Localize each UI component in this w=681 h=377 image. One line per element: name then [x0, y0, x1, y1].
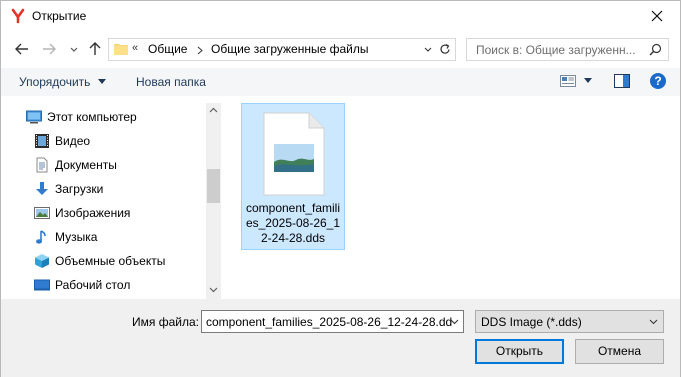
- search-box[interactable]: Поиск в: Общие загруженн...: [466, 38, 669, 61]
- sidebar-item-label: Музыка: [55, 230, 98, 244]
- open-file-dialog: Открытие « Общие Общие загруженные файлы…: [0, 0, 681, 377]
- music-icon: [36, 230, 46, 244]
- filetype-value: DDS Image (*.dds): [481, 315, 582, 329]
- video-icon: [35, 134, 49, 148]
- sidebar-item-documents[interactable]: Документы: [1, 153, 206, 177]
- cancel-button[interactable]: Отмена: [575, 339, 664, 364]
- sidebar-item-videos[interactable]: Видео: [1, 129, 206, 153]
- navigation-pane: Этот компьютер Видео Документы Загрузки: [1, 103, 206, 299]
- filename-input[interactable]: component_families_2025-08-26_12-24-28.d…: [201, 310, 464, 333]
- organize-dropdown-icon: [97, 79, 106, 84]
- breadcrumb-item[interactable]: Общие загруженные файлы: [211, 42, 368, 56]
- documents-icon: [36, 157, 48, 173]
- scroll-down-arrow-icon[interactable]: [209, 287, 218, 293]
- open-button[interactable]: Открыть: [475, 339, 564, 364]
- breadcrumb-chevron-icon[interactable]: [197, 46, 203, 55]
- chevron-down-icon: [649, 319, 658, 325]
- sidebar-item-label: Объемные объекты: [55, 254, 166, 268]
- refresh-icon[interactable]: [437, 41, 453, 58]
- sidebar-item-label: Видео: [55, 134, 91, 148]
- folder-icon: [114, 44, 128, 55]
- file-name: component_families_2025-08-26_12-24-28.d…: [245, 201, 341, 245]
- file-item-selected[interactable]: component_families_2025-08-26_12-24-28.d…: [241, 103, 345, 250]
- new-folder-button[interactable]: Новая папка: [136, 75, 206, 89]
- sidebar-item-pictures[interactable]: Изображения: [1, 201, 206, 225]
- search-icon[interactable]: [649, 43, 662, 56]
- sidebar-item-downloads[interactable]: Загрузки: [1, 177, 206, 201]
- up-arrow-icon[interactable]: [86, 40, 104, 58]
- forward-arrow-icon[interactable]: [40, 40, 58, 58]
- navigation-bar: « Общие Общие загруженные файлы Поиск в:…: [1, 35, 680, 63]
- close-icon: [651, 10, 663, 22]
- sidebar-item-label: Документы: [55, 158, 117, 172]
- address-dropdown-icon[interactable]: [421, 41, 435, 58]
- preview-pane-icon[interactable]: [614, 74, 630, 88]
- window-title: Открытие: [32, 9, 87, 23]
- image-file-icon: [263, 112, 325, 196]
- filetype-select[interactable]: DDS Image (*.dds): [475, 310, 664, 333]
- filename-value: component_families_2025-08-26_12-24-28.d…: [206, 315, 453, 329]
- sidebar-item-this-pc[interactable]: Этот компьютер: [1, 105, 206, 129]
- file-list: component_families_2025-08-26_12-24-28.d…: [222, 103, 680, 299]
- breadcrumb-item[interactable]: Общие: [148, 42, 187, 56]
- sidebar-item-3d-objects[interactable]: Объемные объекты: [1, 249, 206, 273]
- help-icon[interactable]: ?: [650, 73, 666, 89]
- breadcrumb-overflow[interactable]: «: [132, 42, 138, 54]
- sidebar-scrollbar[interactable]: [206, 103, 221, 299]
- filename-label: Имя файла:: [132, 315, 199, 329]
- computer-icon: [26, 110, 42, 124]
- sidebar-item-label: Изображения: [55, 206, 131, 220]
- desktop-icon: [34, 279, 50, 291]
- command-bar: Упорядочить Новая папка ?: [1, 68, 680, 96]
- recent-locations-chevron-icon[interactable]: [65, 40, 83, 58]
- close-button[interactable]: [634, 1, 680, 32]
- filename-dropdown-icon[interactable]: [450, 319, 459, 325]
- sidebar-item-label: Этот компьютер: [47, 110, 137, 124]
- 3d-objects-icon: [35, 254, 49, 268]
- downloads-icon: [36, 182, 48, 195]
- organize-label: Упорядочить: [19, 75, 91, 89]
- scroll-up-arrow-icon[interactable]: [209, 107, 218, 113]
- view-dropdown-icon[interactable]: [584, 78, 592, 84]
- change-view-icon[interactable]: [560, 74, 576, 88]
- scrollbar-thumb[interactable]: [207, 169, 220, 203]
- sidebar-item-music[interactable]: Музыка: [1, 225, 206, 249]
- dialog-footer: Имя файла: component_families_2025-08-26…: [1, 299, 680, 377]
- pictures-icon: [34, 207, 50, 219]
- title-bar: Открытие: [1, 1, 680, 32]
- organize-button[interactable]: Упорядочить: [19, 75, 106, 89]
- address-bar[interactable]: « Общие Общие загруженные файлы: [108, 38, 456, 61]
- yandex-browser-icon: [11, 8, 25, 24]
- sidebar-item-label: Загрузки: [55, 182, 104, 196]
- back-arrow-icon[interactable]: [13, 40, 31, 58]
- sidebar-item-desktop[interactable]: Рабочий стол: [1, 273, 206, 297]
- search-placeholder: Поиск в: Общие загруженн...: [476, 43, 636, 57]
- sidebar-item-label: Рабочий стол: [55, 278, 131, 292]
